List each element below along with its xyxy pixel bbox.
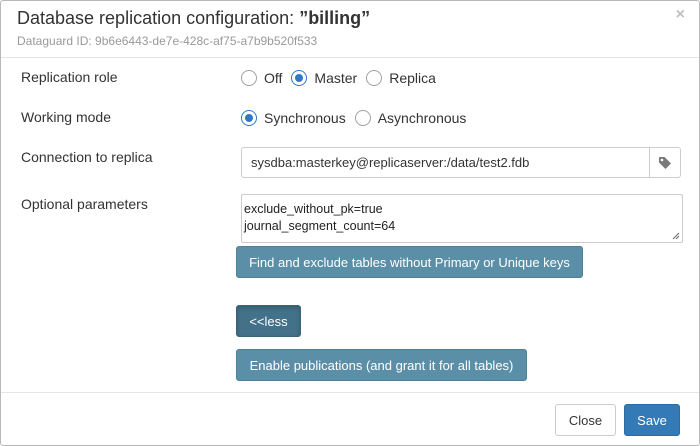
connection-addon[interactable] <box>649 148 680 177</box>
save-button[interactable]: Save <box>624 404 680 436</box>
dialog-title: Database replication configuration: ”bil… <box>17 8 370 29</box>
radio-role-master[interactable]: Master <box>291 70 357 86</box>
less-button[interactable]: <<less <box>236 305 301 337</box>
connection-input[interactable] <box>242 148 649 177</box>
dataguard-id: Dataguard ID: 9b6e6443-de7e-428c-af75-a7… <box>17 34 318 48</box>
optional-parameters-textarea[interactable]: exclude_without_pk=true journal_segment_… <box>241 194 683 243</box>
tag-icon <box>659 156 671 169</box>
find-exclude-tables-button[interactable]: Find and exclude tables without Primary … <box>236 246 583 278</box>
dialog-header: Database replication configuration: ”bil… <box>1 1 699 58</box>
radio-mode-synchronous-label: Synchronous <box>264 110 346 126</box>
radio-role-off-label: Off <box>264 70 283 86</box>
radio-mode-synchronous-circle[interactable] <box>241 110 257 126</box>
enable-publications-button[interactable]: Enable publications (and grant it for al… <box>236 349 527 381</box>
working-mode-label: Working mode <box>21 109 112 125</box>
dialog-footer: Close Save <box>1 392 699 445</box>
dialog-title-prefix: Database replication configuration: <box>17 8 300 28</box>
radio-role-replica-circle[interactable] <box>366 70 383 86</box>
close-icon[interactable]: × <box>676 7 685 23</box>
replication-role-radio-group: Off Master Replica <box>241 70 445 86</box>
radio-role-replica[interactable]: Replica <box>366 70 436 86</box>
working-mode-radio-group: Synchronous Asynchronous <box>241 110 475 126</box>
replication-role-label: Replication role <box>21 69 118 85</box>
radio-role-master-circle[interactable] <box>291 70 308 86</box>
parameter-line: exclude_without_pk=true <box>244 202 383 216</box>
parameter-line: journal_segment_count=64 <box>244 219 396 233</box>
connection-input-group <box>241 147 681 178</box>
radio-role-replica-label: Replica <box>389 70 436 86</box>
radio-role-master-label: Master <box>314 70 358 86</box>
radio-mode-asynchronous-circle[interactable] <box>354 110 371 126</box>
connection-label: Connection to replica <box>21 149 153 165</box>
radio-role-off-circle[interactable] <box>241 70 257 86</box>
dialog-title-database: ”billing” <box>299 8 371 28</box>
radio-mode-synchronous[interactable]: Synchronous <box>241 110 346 126</box>
resize-grip-icon[interactable] <box>672 232 680 240</box>
optional-parameters-label: Optional parameters <box>21 196 148 212</box>
radio-role-off[interactable]: Off <box>241 70 282 86</box>
replication-dialog: Database replication configuration: ”bil… <box>0 0 700 446</box>
close-button[interactable]: Close <box>555 404 616 436</box>
radio-mode-asynchronous[interactable]: Asynchronous <box>354 110 467 126</box>
radio-mode-asynchronous-label: Asynchronous <box>377 110 467 126</box>
